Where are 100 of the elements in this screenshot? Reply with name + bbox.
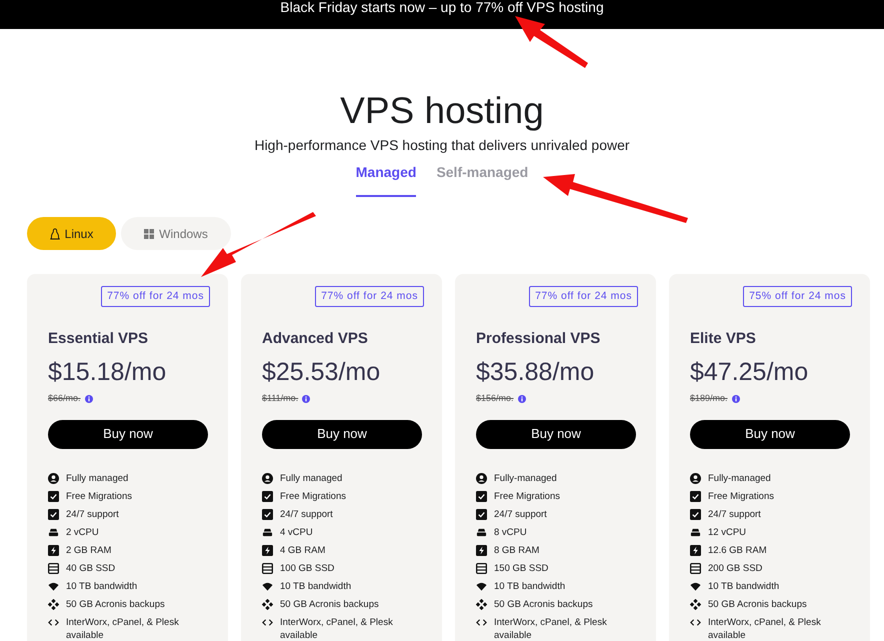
feature-text: 8 vCPU [494, 526, 527, 538]
feature-text: 2 GB RAM [66, 544, 112, 556]
server-icon [262, 526, 273, 538]
wifi-icon [262, 580, 273, 592]
code-icon [476, 616, 487, 628]
feature-text: InterWorx, cPanel, & Plesk available [280, 616, 394, 641]
feature-text: InterWorx, cPanel, & Plesk available [494, 616, 608, 641]
buy-now-button[interactable]: Buy now [48, 420, 208, 448]
lightning-icon [48, 544, 59, 556]
server-icon [690, 526, 701, 538]
windows-icon [144, 228, 154, 238]
original-price: $156/mo. [476, 392, 514, 405]
feature-text: Free Migrations [66, 490, 132, 502]
feature-text: 24/7 support [66, 508, 119, 520]
feature-text: 4 GB RAM [280, 544, 326, 556]
feature-text: 50 GB Acronis backups [708, 598, 807, 610]
page-subtitle: High-performance VPS hosting that delivers unrivaled power [254, 136, 630, 154]
original-price: $111/mo. [262, 392, 298, 405]
info-icon[interactable] [518, 394, 526, 403]
banner-text: Black Friday starts now – up to 77% off VPS hosting [280, 0, 604, 15]
feature-text: 24/7 support [494, 508, 547, 520]
feature-text: Free Migrations [280, 490, 346, 502]
checkbox-icon [48, 508, 59, 520]
lightning-icon [690, 544, 701, 556]
storage-icon [476, 562, 487, 574]
wifi-icon [48, 580, 59, 592]
code-icon [48, 616, 59, 628]
user-icon [48, 472, 59, 484]
plan-price: $35.88/mo [476, 357, 596, 387]
feature-text: 40 GB SSD [66, 562, 116, 574]
discount-badge: 77% off for 24 mos [101, 286, 210, 307]
buy-now-button[interactable]: Buy now [690, 420, 850, 448]
os-toggle-button[interactable]: Linux [27, 217, 116, 250]
plan-type-tab[interactable]: Managed [356, 160, 416, 197]
feature-text: 10 TB bandwidth [708, 580, 780, 592]
storage-icon [48, 562, 59, 574]
info-icon[interactable] [84, 394, 93, 403]
feature-text: 4 vCPU [280, 526, 313, 538]
server-icon [476, 526, 487, 538]
checkbox-icon [476, 490, 487, 502]
buy-now-button[interactable]: Buy now [476, 420, 636, 448]
feature-text: 24/7 support [280, 508, 333, 520]
user-icon [690, 472, 701, 484]
code-icon [262, 616, 273, 628]
buy-now-button[interactable]: Buy now [262, 420, 422, 448]
os-toggle-button[interactable]: Windows [121, 217, 231, 250]
original-price: $66/mo. [48, 392, 81, 405]
info-icon[interactable] [732, 394, 740, 403]
checkbox-icon [262, 490, 273, 502]
info-icon[interactable] [302, 394, 310, 403]
checkbox-icon [690, 508, 701, 520]
backup-icon [690, 598, 701, 610]
plan-price: $47.25/mo [690, 357, 810, 387]
feature-text: 100 GB SSD [280, 562, 334, 574]
feature-text: 50 GB Acronis backups [280, 598, 379, 610]
feature-text: 10 TB bandwidth [280, 580, 352, 592]
plan-name: Essential VPS [48, 330, 150, 348]
feature-text: 24/7 support [708, 508, 761, 520]
feature-text: 2 vCPU [66, 526, 99, 538]
backup-icon [476, 598, 487, 610]
checkbox-icon [262, 508, 273, 520]
server-icon [48, 526, 59, 538]
user-icon [476, 472, 487, 484]
feature-text: 200 GB SSD [708, 562, 762, 574]
plan-price: $25.53/mo [262, 357, 382, 387]
feature-text: Fully-managed [494, 472, 557, 484]
checkbox-icon [476, 508, 487, 520]
feature-text: 12.6 GB RAM [708, 544, 767, 556]
discount-badge: 75% off for 24 mos [743, 286, 852, 307]
feature-text: 150 GB SSD [494, 562, 548, 574]
plan-name: Advanced VPS [262, 330, 369, 348]
plan-name: Elite VPS [690, 330, 757, 348]
checkbox-icon [690, 490, 701, 502]
feature-text: Free Migrations [708, 490, 774, 502]
page-title: VPS hosting [340, 91, 544, 131]
feature-text: InterWorx, cPanel, & Plesk available [708, 616, 822, 641]
feature-text: 50 GB Acronis backups [66, 598, 165, 610]
checkbox-icon [48, 490, 59, 502]
feature-text: Free Migrations [494, 490, 560, 502]
feature-text: 12 vCPU [708, 526, 746, 538]
original-price: $189/mo. [690, 392, 728, 405]
feature-text: 8 GB RAM [494, 544, 540, 556]
storage-icon [690, 562, 701, 574]
feature-text: InterWorx, cPanel, & Plesk available [66, 616, 180, 641]
backup-icon [48, 598, 59, 610]
plan-name: Professional VPS [476, 330, 602, 348]
code-icon [690, 616, 701, 628]
feature-text: Fully managed [66, 472, 128, 484]
lightning-icon [262, 544, 273, 556]
feature-text: Fully-managed [708, 472, 771, 484]
plan-price: $15.18/mo [48, 357, 168, 387]
feature-text: 10 TB bandwidth [494, 580, 566, 592]
storage-icon [262, 562, 273, 574]
backup-icon [262, 598, 273, 610]
feature-text: 50 GB Acronis backups [494, 598, 593, 610]
lightning-icon [476, 544, 487, 556]
discount-badge: 77% off for 24 mos [315, 286, 424, 307]
penguin-icon [50, 228, 60, 240]
discount-badge: 77% off for 24 mos [529, 286, 638, 307]
feature-text: Fully managed [280, 472, 342, 484]
